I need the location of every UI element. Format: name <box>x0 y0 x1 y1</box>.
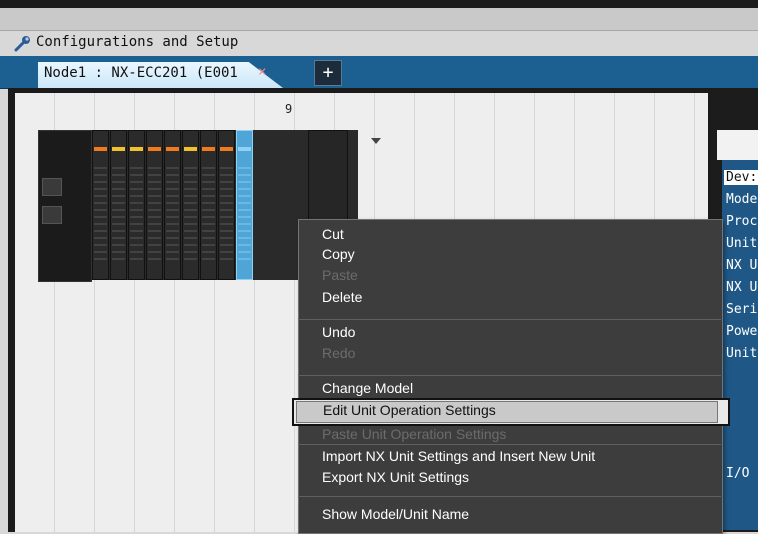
close-icon[interactable]: × <box>258 64 266 80</box>
unit-indicator <box>166 147 179 151</box>
property-row-label[interactable]: Unit <box>726 346 757 361</box>
top-dark-strip <box>0 0 758 8</box>
properties-header <box>717 130 758 160</box>
ethernet-port-icon <box>42 178 62 196</box>
io-label: I/O <box>726 466 750 481</box>
unit-indicator <box>94 147 107 151</box>
wrench-icon <box>14 35 32 53</box>
unit-indicator <box>238 147 251 151</box>
terminal-block <box>94 165 107 260</box>
menu-item-delete[interactable]: Delete <box>322 289 362 305</box>
menu-separator <box>298 444 721 445</box>
context-menu <box>298 219 723 534</box>
window-title-bar <box>0 0 758 31</box>
menu-item-undo[interactable]: Undo <box>322 324 355 340</box>
property-row-label[interactable]: Powe <box>726 324 757 339</box>
menu-separator <box>298 319 721 320</box>
menu-item-redo: Redo <box>322 345 356 361</box>
window-title: Configurations and Setup <box>36 34 239 50</box>
add-tab-button[interactable]: + <box>314 60 342 86</box>
menu-item-cut[interactable]: Cut <box>322 226 344 242</box>
menu-item-change-model[interactable]: Change Model <box>322 380 413 396</box>
menu-item-paste: Paste <box>322 267 358 283</box>
chevron-down-icon[interactable] <box>371 138 381 144</box>
unit-indicator <box>184 147 197 151</box>
menu-item-paste-unit-operation-settings: Paste Unit Operation Settings <box>322 426 507 442</box>
property-row-label[interactable]: NX U <box>726 258 757 273</box>
unit-indicator <box>130 147 143 151</box>
menu-separator <box>298 375 721 376</box>
terminal-block <box>220 165 233 260</box>
slot-number-label: 9 <box>285 102 293 116</box>
menu-item-export-nx-unit-settings[interactable]: Export NX Unit Settings <box>322 469 469 485</box>
terminal-block <box>112 165 125 260</box>
unit-indicator <box>220 147 233 151</box>
unit-indicator <box>148 147 161 151</box>
ethernet-port-icon <box>42 206 62 224</box>
tab-label: Node1 : NX-ECC201 (E001 <box>44 65 238 81</box>
menu-separator <box>298 496 721 497</box>
menu-item-import-nx-unit-settings[interactable]: Import NX Unit Settings and Insert New U… <box>322 448 595 464</box>
property-row-label[interactable]: Seri <box>726 302 757 317</box>
property-row-label[interactable]: Unit <box>726 236 757 251</box>
unit-indicator <box>202 147 215 151</box>
terminal-block <box>130 165 143 260</box>
menu-item-edit-unit-operation-settings[interactable]: Edit Unit Operation Settings <box>323 402 496 418</box>
terminal-block <box>202 165 215 260</box>
menu-item-copy[interactable]: Copy <box>322 246 355 262</box>
property-row-label[interactable]: Proc <box>726 214 757 229</box>
property-row-label[interactable]: Mode <box>726 192 757 207</box>
unit-indicator <box>112 147 125 151</box>
terminal-block <box>238 165 251 260</box>
property-row-label[interactable]: NX U <box>726 280 757 295</box>
terminal-block <box>184 165 197 260</box>
terminal-block <box>148 165 161 260</box>
menu-item-show-model-unit-name[interactable]: Show Model/Unit Name <box>322 506 469 522</box>
property-row-label[interactable]: Dev: <box>724 170 758 185</box>
terminal-block <box>166 165 179 260</box>
